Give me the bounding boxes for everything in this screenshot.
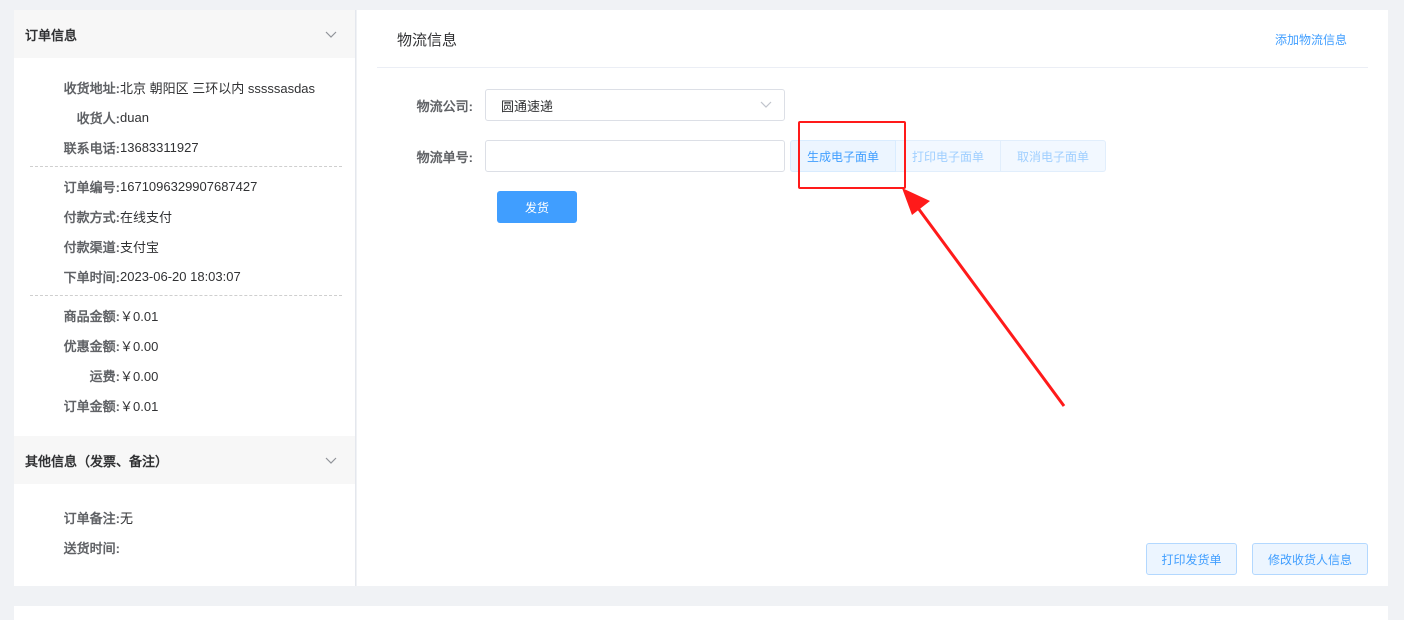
cancel-waybill-button[interactable]: 取消电子面单 [1001, 140, 1107, 172]
chevron-down-icon[interactable] [325, 28, 337, 40]
chevron-down-icon [760, 98, 772, 113]
generate-waybill-button[interactable]: 生成电子面单 [790, 140, 897, 172]
pay-method-value: 在线支付 [120, 209, 173, 225]
order-time-label: 下单时间: [63, 269, 120, 285]
remark-label: 订单备注: [63, 510, 120, 526]
page-top-strip [0, 0, 1404, 10]
page-bottom-strip [14, 606, 1388, 620]
logistics-title: 物流信息 [397, 32, 458, 49]
recipient-row: 收货人: duan [30, 102, 339, 132]
remark-value: 无 [120, 510, 134, 526]
total-value: ￥0.01 [120, 398, 159, 414]
discount-label: 优惠金额: [63, 338, 120, 354]
total-row: 订单金额: ￥0.01 [30, 390, 339, 420]
company-label: 物流公司: [416, 98, 473, 114]
order-time-row: 下单时间: 2023-06-20 18:03:07 [30, 261, 339, 291]
other-info-body: 订单备注: 无 送货时间: [14, 484, 355, 562]
print-waybill-button[interactable]: 打印电子面单 [896, 140, 1002, 172]
company-select[interactable]: 圆通速递 [485, 89, 785, 121]
edit-recipient-button[interactable]: 修改收货人信息 [1252, 543, 1368, 575]
remark-row: 订单备注: 无 [30, 502, 339, 532]
waybill-button-group: 生成电子面单 打印电子面单 取消电子面单 [790, 140, 1107, 172]
order-time-value: 2023-06-20 18:03:07 [120, 268, 241, 284]
pay-method-row: 付款方式: 在线支付 [30, 201, 339, 231]
other-info-header[interactable]: 其他信息（发票、备注） [14, 436, 355, 484]
divider [30, 166, 342, 167]
phone-row: 联系电话: 13683311927 [30, 132, 339, 162]
total-label: 订单金额: [63, 398, 120, 414]
address-label: 收货地址: [63, 80, 120, 96]
phone-label: 联系电话: [63, 140, 120, 156]
delivery-time-label: 送货时间: [63, 540, 120, 556]
recipient-value: duan [120, 109, 149, 125]
logistics-panel: 物流信息 添加物流信息 物流公司: 圆通速递 物流单号: 生成电子面单 打印电子… [357, 10, 1388, 586]
phone-value: 13683311927 [120, 139, 199, 155]
freight-label: 运费: [89, 368, 120, 384]
company-selected-value: 圆通速递 [501, 98, 554, 114]
goods-amount-label: 商品金额: [63, 308, 120, 324]
goods-amount-row: 商品金额: ￥0.01 [30, 300, 339, 330]
company-form-row: 物流公司: 圆通速递 [357, 89, 785, 121]
divider [30, 295, 342, 296]
discount-value: ￥0.00 [120, 338, 159, 354]
pay-channel-label: 付款渠道: [63, 239, 120, 255]
order-info-header[interactable]: 订单信息 [14, 10, 355, 58]
order-no-row: 订单编号: 1671096329907687427 [30, 171, 339, 201]
pay-channel-row: 付款渠道: 支付宝 [30, 231, 339, 261]
freight-row: 运费: ￥0.00 [30, 360, 339, 390]
order-info-body: 收货地址: 北京 朝阳区 三环以内 sssssasdas 收货人: duan 联… [14, 58, 355, 426]
tracking-form-row: 物流单号: 生成电子面单 打印电子面单 取消电子面单 [357, 140, 1107, 172]
add-logistics-link[interactable]: 添加物流信息 [1275, 31, 1347, 48]
goods-amount-value: ￥0.01 [120, 308, 159, 324]
print-shipping-button[interactable]: 打印发货单 [1146, 543, 1237, 575]
tracking-label: 物流单号: [416, 149, 473, 165]
tracking-input[interactable] [485, 140, 785, 172]
logistics-header: 物流信息 添加物流信息 [377, 10, 1368, 68]
freight-value: ￥0.00 [120, 368, 159, 384]
order-no-label: 订单编号: [63, 179, 120, 195]
chevron-down-icon[interactable] [325, 454, 337, 466]
delivery-time-row: 送货时间: [30, 532, 339, 562]
address-row: 收货地址: 北京 朝阳区 三环以内 sssssasdas [30, 72, 339, 102]
discount-row: 优惠金额: ￥0.00 [30, 330, 339, 360]
other-info-title: 其他信息（发票、备注） [25, 453, 169, 469]
ship-button[interactable]: 发货 [497, 191, 577, 223]
order-info-title: 订单信息 [25, 27, 78, 43]
pay-method-label: 付款方式: [63, 209, 120, 225]
order-info-panel: 订单信息 收货地址: 北京 朝阳区 三环以内 sssssasdas 收货人: d… [14, 10, 356, 586]
address-value: 北京 朝阳区 三环以内 sssssasdas [120, 80, 316, 96]
pay-channel-value: 支付宝 [120, 239, 160, 255]
recipient-label: 收货人: [76, 110, 120, 126]
order-no-value: 1671096329907687427 [120, 178, 258, 194]
